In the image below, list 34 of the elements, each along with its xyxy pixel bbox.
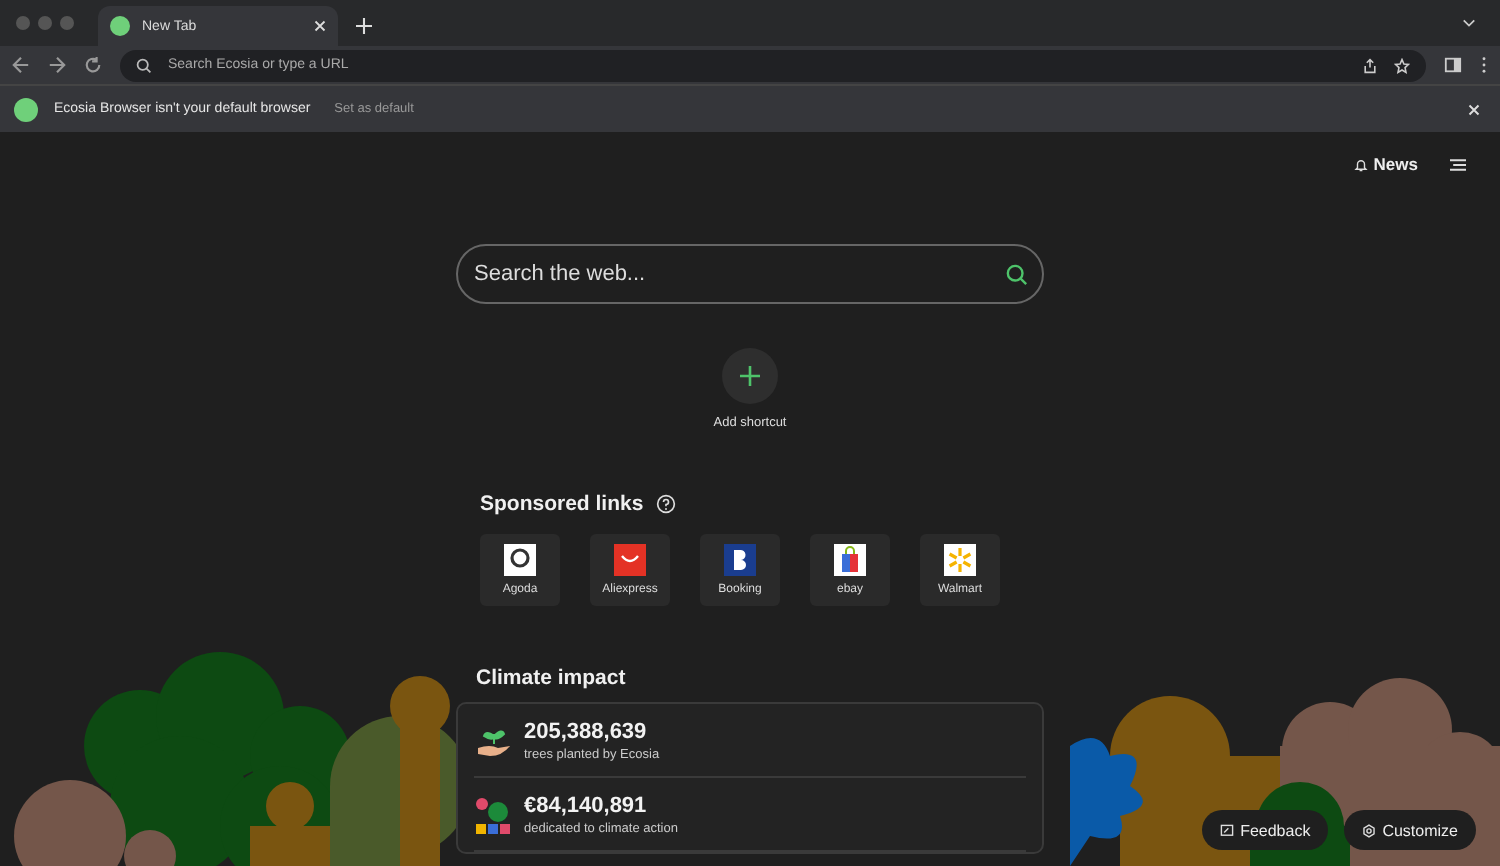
site-logo-icon (504, 544, 536, 576)
feedback-button[interactable]: Feedback (1202, 810, 1329, 850)
help-icon[interactable] (655, 494, 676, 514)
impact-value: €84,140,891 (524, 794, 649, 818)
close-icon[interactable] (1468, 103, 1480, 115)
search-icon[interactable] (1006, 264, 1028, 286)
settings-icon (1362, 823, 1377, 837)
new-tab-icon[interactable] (356, 18, 372, 34)
star-icon[interactable] (1394, 57, 1410, 73)
section-title: Climate impact (476, 666, 628, 690)
close-icon[interactable] (314, 20, 326, 32)
search-icon (136, 57, 152, 73)
sidebar-icon[interactable] (1444, 56, 1462, 74)
bell-icon (1353, 157, 1368, 171)
search-field[interactable]: Search the web... (456, 244, 1044, 304)
add-shortcut-button[interactable] (722, 348, 778, 404)
news-button[interactable]: News (1353, 154, 1418, 174)
impact-value: 205,388,639 (524, 720, 649, 744)
menu-icon[interactable] (1450, 157, 1466, 171)
tree-blocks-icon (474, 795, 514, 835)
site-logo-icon (614, 544, 646, 576)
site-logo-icon (724, 544, 756, 576)
chevron-down-icon[interactable] (1462, 18, 1476, 28)
menu-icon[interactable] (1480, 56, 1488, 74)
customize-button[interactable]: Customize (1344, 810, 1476, 850)
site-logo-icon (944, 544, 976, 576)
back-icon[interactable] (12, 56, 30, 74)
reload-icon[interactable] (84, 56, 102, 74)
section-title: Sponsored links (480, 492, 644, 516)
share-icon[interactable] (1362, 57, 1378, 73)
feedback-icon (1220, 823, 1235, 837)
site-logo-icon (834, 544, 866, 576)
plus-icon (740, 366, 760, 386)
forward-icon[interactable] (48, 56, 66, 74)
